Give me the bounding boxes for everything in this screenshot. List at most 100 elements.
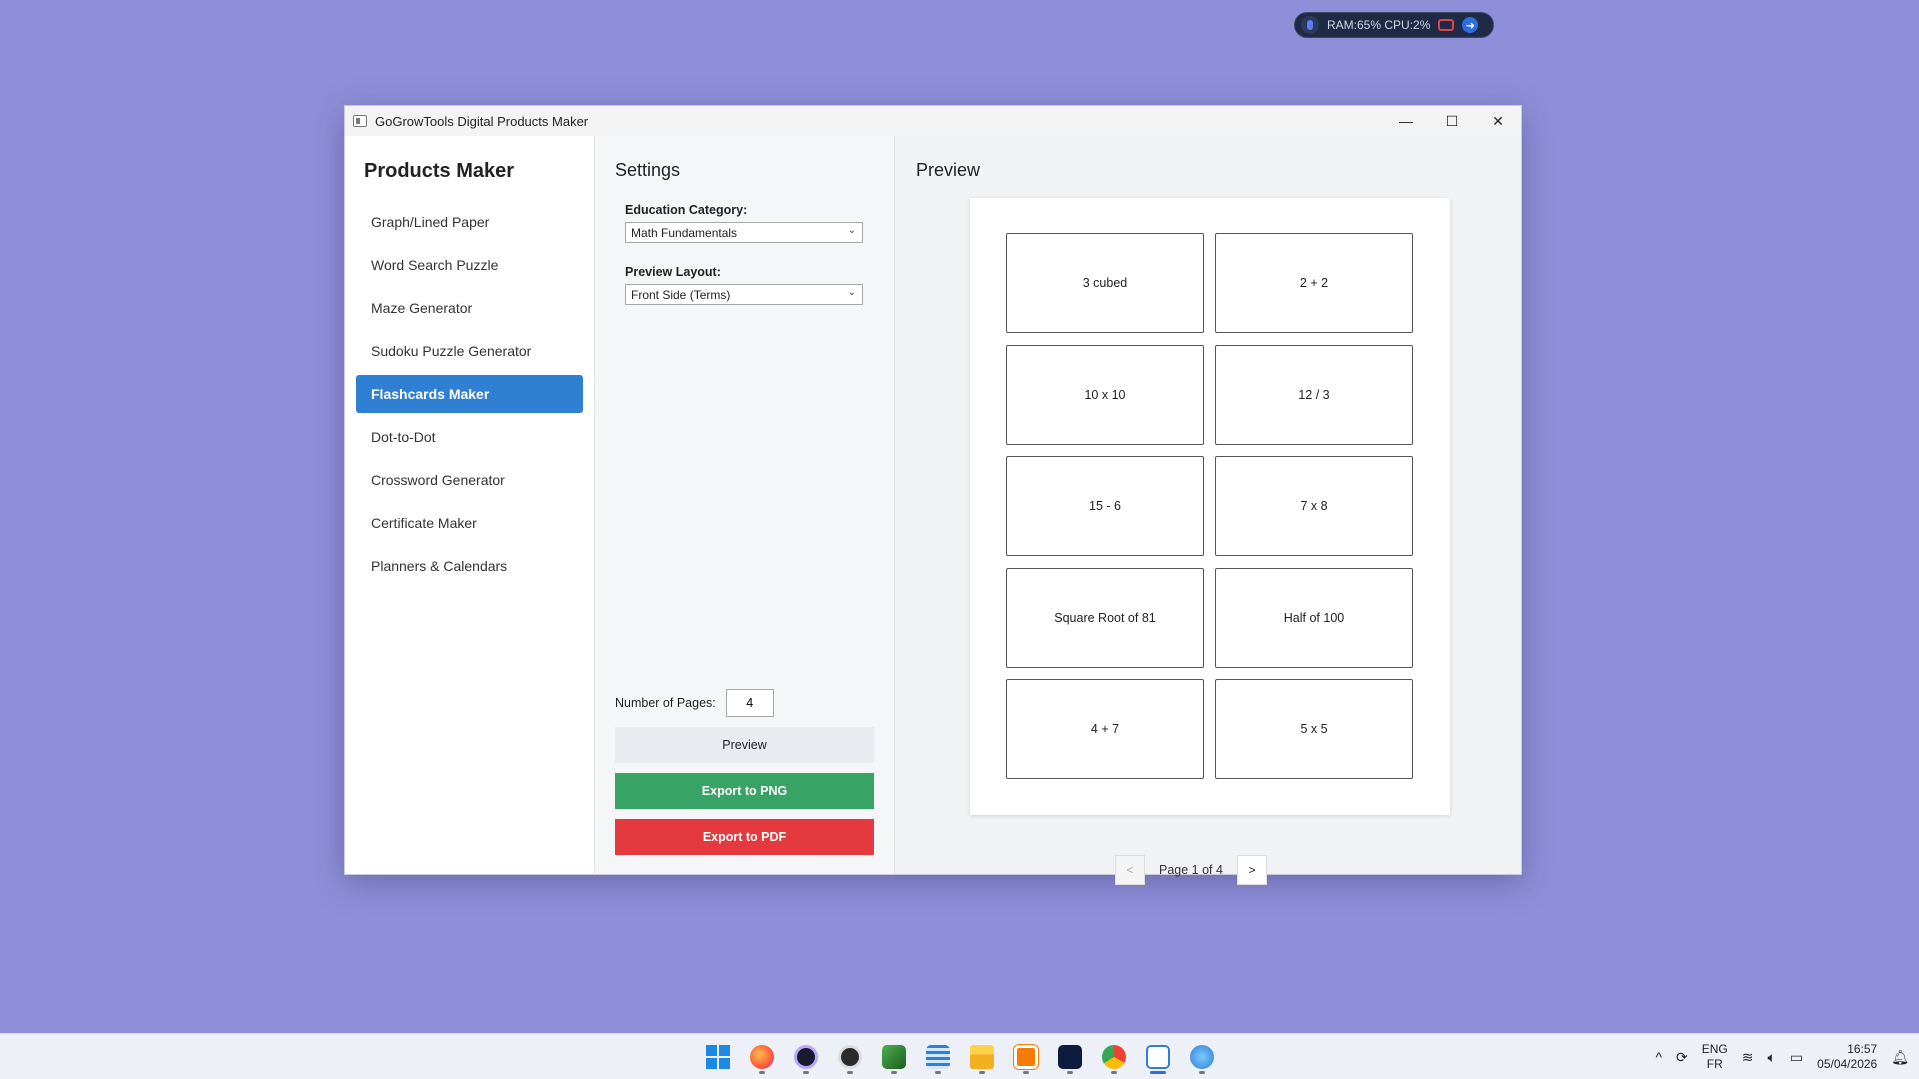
education-category-select[interactable]: Math Fundamentals ⌄: [625, 222, 863, 243]
sidebar-item-certificate-maker[interactable]: Certificate Maker: [356, 504, 583, 542]
export-png-button[interactable]: Export to PNG: [615, 773, 874, 809]
time: 16:57: [1847, 1042, 1878, 1056]
taskbar-apps: [700, 1039, 1220, 1075]
running-indicator: [847, 1071, 853, 1074]
title-bar[interactable]: GoGrowTools Digital Products Maker — ☐ ✕: [345, 106, 1521, 136]
taskbar-editor[interactable]: [876, 1039, 912, 1075]
maximize-button[interactable]: ☐: [1429, 106, 1475, 136]
sidebar-item-maze-generator[interactable]: Maze Generator: [356, 289, 583, 327]
running-indicator: [891, 1071, 897, 1074]
taskbar-chrome[interactable]: [1096, 1039, 1132, 1075]
taskbar-products-maker[interactable]: [1140, 1039, 1176, 1075]
flashcard: 4 + 7: [1006, 679, 1204, 780]
sidebar-item-sudoku-puzzle-generator[interactable]: Sudoku Puzzle Generator: [356, 332, 583, 370]
settings-panel: Settings Education Category: Math Fundam…: [595, 136, 895, 874]
chevron-up-icon[interactable]: ^: [1655, 1049, 1662, 1065]
running-indicator: [1111, 1071, 1117, 1074]
number-of-pages-label: Number of Pages:: [615, 696, 716, 710]
flashcard: Square Root of 81: [1006, 567, 1204, 668]
sidebar-item-planners-calendars[interactable]: Planners & Calendars: [356, 547, 583, 585]
flashcard: 12 / 3: [1215, 344, 1413, 445]
network-icon: [1190, 1045, 1214, 1069]
microphone-icon[interactable]: [1301, 16, 1319, 34]
firefox-icon: [750, 1045, 774, 1069]
education-category-value: Math Fundamentals: [631, 225, 738, 240]
date: 05/04/2026: [1817, 1057, 1878, 1071]
sidebar-item-crossword-generator[interactable]: Crossword Generator: [356, 461, 583, 499]
taskbar-app[interactable]: [788, 1039, 824, 1075]
taskbar-obs[interactable]: [832, 1039, 868, 1075]
preview-page: 3 cubed 2 + 2 10 x 10 12 / 3 15 - 6 7 x …: [970, 198, 1450, 815]
running-indicator: [979, 1071, 985, 1074]
next-page-button[interactable]: >: [1236, 855, 1267, 885]
record-icon[interactable]: [1438, 19, 1455, 31]
system-monitor-widget[interactable]: RAM:65% CPU:2% ➜: [1294, 12, 1494, 38]
editor-icon: [882, 1045, 906, 1069]
sidebar-heading: Products Maker: [364, 160, 515, 182]
terminal-icon: [1058, 1045, 1082, 1069]
taskbar-notepad[interactable]: [920, 1039, 956, 1075]
sync-icon[interactable]: ⟳: [1676, 1049, 1688, 1066]
arrow-right-icon[interactable]: ➜: [1462, 17, 1479, 33]
flashcard: 2 + 2: [1215, 233, 1413, 333]
sidebar-item-dot-to-dot[interactable]: Dot-to-Dot: [356, 418, 583, 456]
preview-button[interactable]: Preview: [615, 727, 874, 763]
flashcard: 7 x 8: [1215, 456, 1413, 557]
battery-icon[interactable]: ▭: [1790, 1049, 1803, 1066]
pages-row: Number of Pages:: [615, 689, 874, 717]
previous-page-button[interactable]: <: [1115, 855, 1145, 885]
running-indicator: [803, 1071, 809, 1074]
preview-layout-label: Preview Layout:: [625, 265, 721, 279]
action-controls: Number of Pages: Preview Export to PNG E…: [615, 689, 874, 865]
number-of-pages-input[interactable]: [725, 689, 774, 717]
windows-start-icon: [706, 1045, 730, 1069]
minimize-button[interactable]: —: [1383, 106, 1429, 136]
flashcard: 10 x 10: [1006, 344, 1204, 445]
xampp-icon: [1013, 1044, 1039, 1070]
settings-heading: Settings: [615, 160, 681, 180]
keyboard-layout: FR: [1706, 1057, 1723, 1071]
products-maker-icon: [1146, 1045, 1170, 1069]
flashcard: Half of 100: [1215, 567, 1413, 668]
notepad-icon: [926, 1045, 950, 1069]
preview-heading: Preview: [916, 160, 981, 180]
pagination: < Page 1 of 4 >: [1115, 855, 1267, 885]
preview-layout-value: Front Side (Terms): [631, 287, 731, 302]
app-icon: [353, 115, 367, 127]
sidebar-item-word-search-puzzle[interactable]: Word Search Puzzle: [356, 246, 583, 284]
volume-icon[interactable]: 🔈︎: [1768, 1049, 1776, 1066]
export-pdf-button[interactable]: Export to PDF: [615, 819, 874, 855]
running-indicator: [759, 1071, 765, 1074]
taskbar-xampp[interactable]: [1008, 1039, 1044, 1075]
system-stats: RAM:65% CPU:2%: [1327, 18, 1431, 32]
language-indicator[interactable]: ENG FR: [1702, 1042, 1728, 1072]
file-explorer-icon: [970, 1045, 994, 1069]
running-indicator: [1067, 1071, 1073, 1074]
active-indicator: [1150, 1071, 1166, 1074]
taskbar-file-explorer[interactable]: [964, 1039, 1000, 1075]
chrome-icon: [1102, 1045, 1126, 1069]
chevron-down-icon: ⌄: [847, 225, 856, 236]
running-indicator: [935, 1071, 941, 1074]
preview-panel: Preview 3 cubed 2 + 2 10 x 10 12 / 3 15 …: [895, 136, 1521, 885]
taskbar-network-app[interactable]: [1184, 1039, 1220, 1075]
window-controls: — ☐ ✕: [1383, 106, 1521, 136]
sidebar-item-graph-lined-paper[interactable]: Graph/Lined Paper: [356, 203, 583, 241]
close-button[interactable]: ✕: [1475, 106, 1521, 136]
chevron-down-icon: ⌄: [847, 287, 856, 298]
education-category-label: Education Category:: [625, 203, 748, 217]
taskbar-firefox[interactable]: [744, 1039, 780, 1075]
flashcard: 5 x 5: [1215, 679, 1413, 780]
notification-icon[interactable]: 🔔︎: [1891, 1049, 1909, 1066]
sidebar-item-flashcards-maker[interactable]: Flashcards Maker: [356, 375, 583, 413]
running-indicator: [1023, 1071, 1029, 1074]
language-code: ENG: [1701, 1042, 1728, 1056]
flashcard: 3 cubed: [1006, 233, 1204, 333]
taskbar: ^ ⟳ ENG FR ≋ 🔈︎ ▭ 16:57 05/04/2026 🔔︎: [0, 1033, 1919, 1079]
clock[interactable]: 16:57 05/04/2026: [1817, 1042, 1877, 1072]
preview-layout-select[interactable]: Front Side (Terms) ⌄: [625, 284, 863, 305]
sidebar: Products Maker Graph/Lined Paper Word Se…: [345, 136, 595, 874]
taskbar-terminal[interactable]: [1052, 1039, 1088, 1075]
start-button[interactable]: [700, 1039, 736, 1075]
wifi-icon[interactable]: ≋: [1742, 1049, 1754, 1066]
